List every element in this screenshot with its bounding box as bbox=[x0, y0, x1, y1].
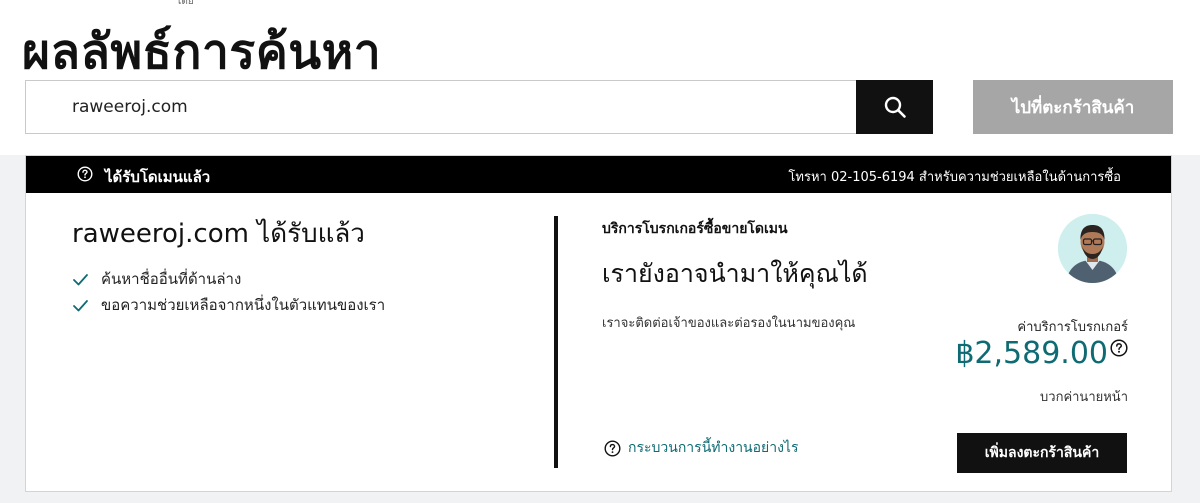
page-title: ผลลัพธ์การค้นหา bbox=[22, 24, 382, 80]
broker-fee-label: ค่าบริการโบรกเกอร์ bbox=[1017, 320, 1128, 335]
result-card: ได้รับโดเมนแล้ว โทรหา 02-105-6194 สำหรับ… bbox=[25, 155, 1172, 492]
support-phone: โทรหา 02-105-6194 สำหรับความช่วยเหลือในด… bbox=[788, 170, 1121, 185]
broker-avatar bbox=[1058, 214, 1127, 283]
section-divider bbox=[554, 216, 558, 468]
top-area: โดย ผลลัพธ์การค้นหา ไปที่ตะกร้าสินค้า bbox=[0, 0, 1200, 155]
search-input[interactable] bbox=[26, 81, 857, 133]
help-circle-icon bbox=[604, 439, 621, 457]
suggestion-list: ค้นหาชื่ออื่นที่ด้านล่าง ขอความช่วยเหลือ… bbox=[72, 266, 385, 318]
broker-headline: เรายังอาจนำมาให้คุณได้ bbox=[602, 259, 868, 288]
broker-service-label: บริการโบรกเกอร์ซื้อขายโดเมน bbox=[602, 221, 788, 237]
add-to-cart-button[interactable]: เพิ่มลงตะกร้าสินค้า bbox=[957, 433, 1127, 473]
list-item-label: ขอความช่วยเหลือจากหนึ่งในตัวแทนของเรา bbox=[101, 296, 386, 314]
how-it-works-label: กระบวนการนี้ทำงานอย่างไร bbox=[628, 440, 799, 456]
list-item: ค้นหาชื่ออื่นที่ด้านล่าง bbox=[72, 266, 385, 292]
breadcrumb: โดย bbox=[176, 0, 194, 7]
broker-service-section: บริการโบรกเกอร์ซื้อขายโดเมน เรายังอาจนำม… bbox=[602, 218, 868, 333]
domain-taken-title: ได้รับโดเมนแล้ว bbox=[105, 168, 211, 186]
domain-status-title: raweeroj.com ได้รับแล้ว bbox=[72, 219, 365, 249]
search-icon bbox=[884, 96, 906, 118]
checkmark-icon bbox=[73, 299, 88, 311]
price-value: ฿2,589.00 bbox=[955, 336, 1108, 371]
list-item-label: ค้นหาชื่ออื่นที่ด้านล่าง bbox=[101, 270, 242, 288]
card-header: ได้รับโดเมนแล้ว โทรหา 02-105-6194 สำหรับ… bbox=[26, 156, 1171, 193]
list-item: ขอความช่วยเหลือจากหนึ่งในตัวแทนของเรา bbox=[72, 292, 385, 318]
domain-status-section: raweeroj.com ได้รับแล้ว ค้นหาชื่ออื่นที่… bbox=[72, 213, 385, 318]
broker-fee-price: ฿2,589.00 bbox=[955, 336, 1128, 371]
broker-description: เราจะติดต่อเจ้าของและต่อรองในนามของคุณ bbox=[602, 316, 856, 331]
checkmark-icon bbox=[73, 273, 88, 285]
how-it-works-link[interactable]: กระบวนการนี้ทำงานอย่างไร bbox=[604, 437, 799, 459]
commission-note: บวกค่านายหน้า bbox=[1040, 390, 1128, 405]
help-circle-icon[interactable] bbox=[1110, 339, 1128, 357]
search-box bbox=[25, 80, 857, 134]
help-circle-icon[interactable] bbox=[77, 166, 93, 182]
go-to-cart-button[interactable]: ไปที่ตะกร้าสินค้า bbox=[973, 80, 1173, 134]
search-button[interactable] bbox=[856, 80, 933, 134]
